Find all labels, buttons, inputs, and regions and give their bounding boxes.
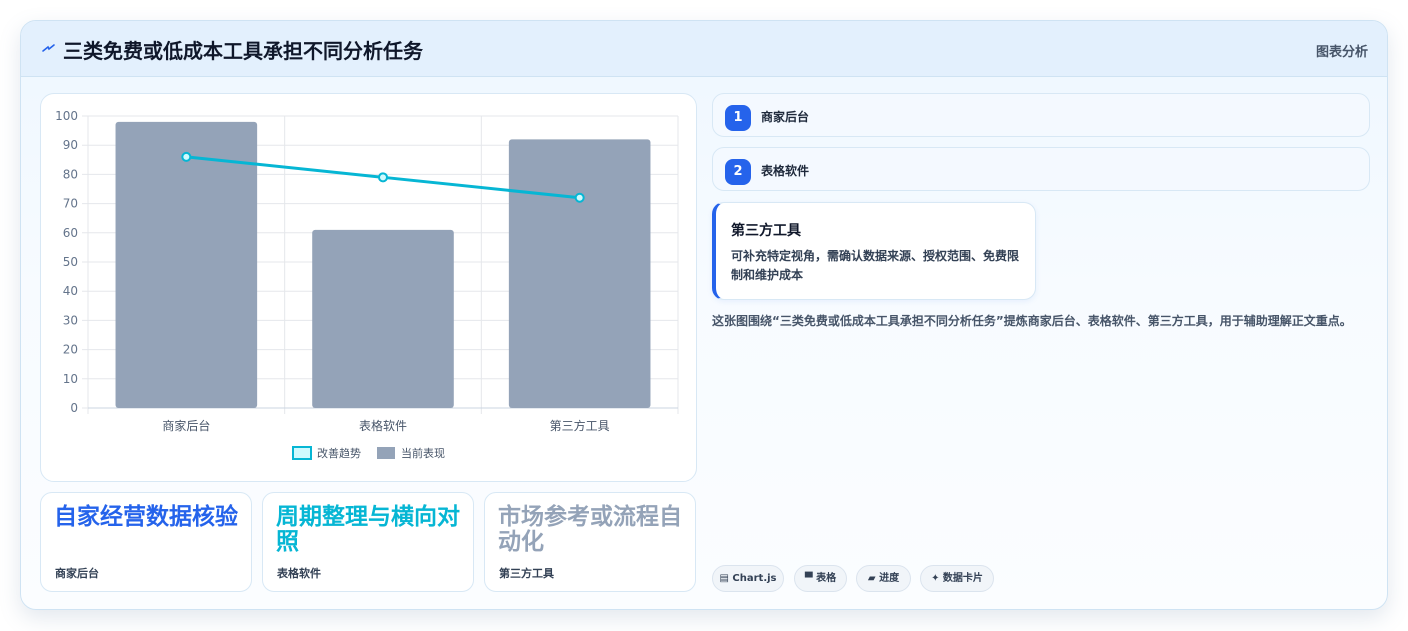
legend-label: 当前表现 xyxy=(401,446,445,460)
bar-line-chart: 0 10 20 30 40 50 60 70 80 90 100 商家后台 表格软件 第三方工具改善趋势 当… xyxy=(55,109,679,460)
legend-label: 改善趋势 xyxy=(317,446,361,460)
x-tick-label: 第三方工具 xyxy=(550,418,610,433)
bar-第三方工具 xyxy=(508,139,651,409)
y-tick-label: 90 xyxy=(63,138,78,152)
y-tick-label: 0 xyxy=(70,401,78,415)
kpi-card-third-party: 市场参考或流程自动化 第三方工具 xyxy=(484,492,696,592)
x-tick-label: 商家后台 xyxy=(162,418,210,433)
kpi-subtitle: 商家后台 xyxy=(55,567,99,580)
kpi-card-merchant: 自家经营数据核验 商家后台 xyxy=(40,492,252,592)
y-tick-label: 100 xyxy=(55,109,78,123)
y-tick-label: 80 xyxy=(63,167,78,181)
y-tick-label: 50 xyxy=(63,255,78,269)
card-header: 三类免费或低成本工具承担不同分析任务 图表分析 xyxy=(21,21,1387,77)
detail-text: 可补充特定视角，需确认数据来源、授权范围、免费限制和维护成本 xyxy=(731,249,1020,282)
analysis-card: 三类免费或低成本工具承担不同分析任务 图表分析 0 10 20 30 40 50 60 70 8… xyxy=(20,20,1388,610)
legend-swatch xyxy=(292,446,312,460)
kpi-title: 自家经营数据核验 xyxy=(54,504,238,530)
trend-point xyxy=(181,151,192,162)
tool-chip-progress[interactable]: ▰ 进度 xyxy=(856,565,911,592)
step-label: 表格软件 xyxy=(761,164,810,178)
bar-商家后台 xyxy=(115,121,258,408)
y-tick-label: 40 xyxy=(63,284,78,298)
detail-title: 第三方工具 xyxy=(731,223,801,239)
kpi-title: 市场参考或流程自动化 xyxy=(498,504,682,555)
chart-spark-icon xyxy=(42,44,55,52)
step-item-1[interactable]: 1 商家后台 xyxy=(712,93,1370,137)
tool-chip-data-card[interactable]: ✦ 数据卡片 xyxy=(920,565,994,592)
y-tick-label: 10 xyxy=(63,372,78,386)
trend-point xyxy=(574,192,585,203)
summary-text: 这张图围绕“三类免费或低成本工具承担不同分析任务”提炼商家后台、表格软件、第三方… xyxy=(712,314,1352,328)
step-number-badge: 2 xyxy=(725,159,751,185)
x-tick-label: 表格软件 xyxy=(359,418,407,433)
y-tick-label: 20 xyxy=(63,343,78,357)
y-tick-label: 70 xyxy=(63,197,78,211)
kpi-card-spreadsheet: 周期整理与横向对照 表格软件 xyxy=(262,492,474,592)
tool-chip-table[interactable]: ▀ 表格 xyxy=(794,565,847,592)
trend-point xyxy=(378,172,388,183)
y-tick-label: 60 xyxy=(63,226,78,240)
page-title: 三类免费或低成本工具承担不同分析任务 xyxy=(63,39,423,63)
bar-表格软件 xyxy=(312,229,454,408)
kpi-subtitle: 第三方工具 xyxy=(499,567,554,580)
y-tick-label: 30 xyxy=(63,313,78,327)
legend-swatch xyxy=(377,447,395,459)
step-number-badge: 1 xyxy=(725,105,751,131)
kpi-title: 周期整理与横向对照 xyxy=(276,504,460,555)
kpi-subtitle: 表格软件 xyxy=(277,567,321,580)
step-label: 商家后台 xyxy=(761,110,810,124)
detail-card: 第三方工具 可补充特定视角，需确认数据来源、授权范围、免费限制和维护成本 xyxy=(712,202,1036,300)
header-tag: 图表分析 xyxy=(1315,45,1368,60)
chart-panel: 0 10 20 30 40 50 60 70 80 90 100 商家后台 表格软件 第三方工具改善趋势 当… xyxy=(40,93,697,482)
tool-chip-chartjs[interactable]: ▤ Chart.js xyxy=(712,565,784,592)
step-item-2[interactable]: 2 表格软件 xyxy=(712,147,1370,191)
